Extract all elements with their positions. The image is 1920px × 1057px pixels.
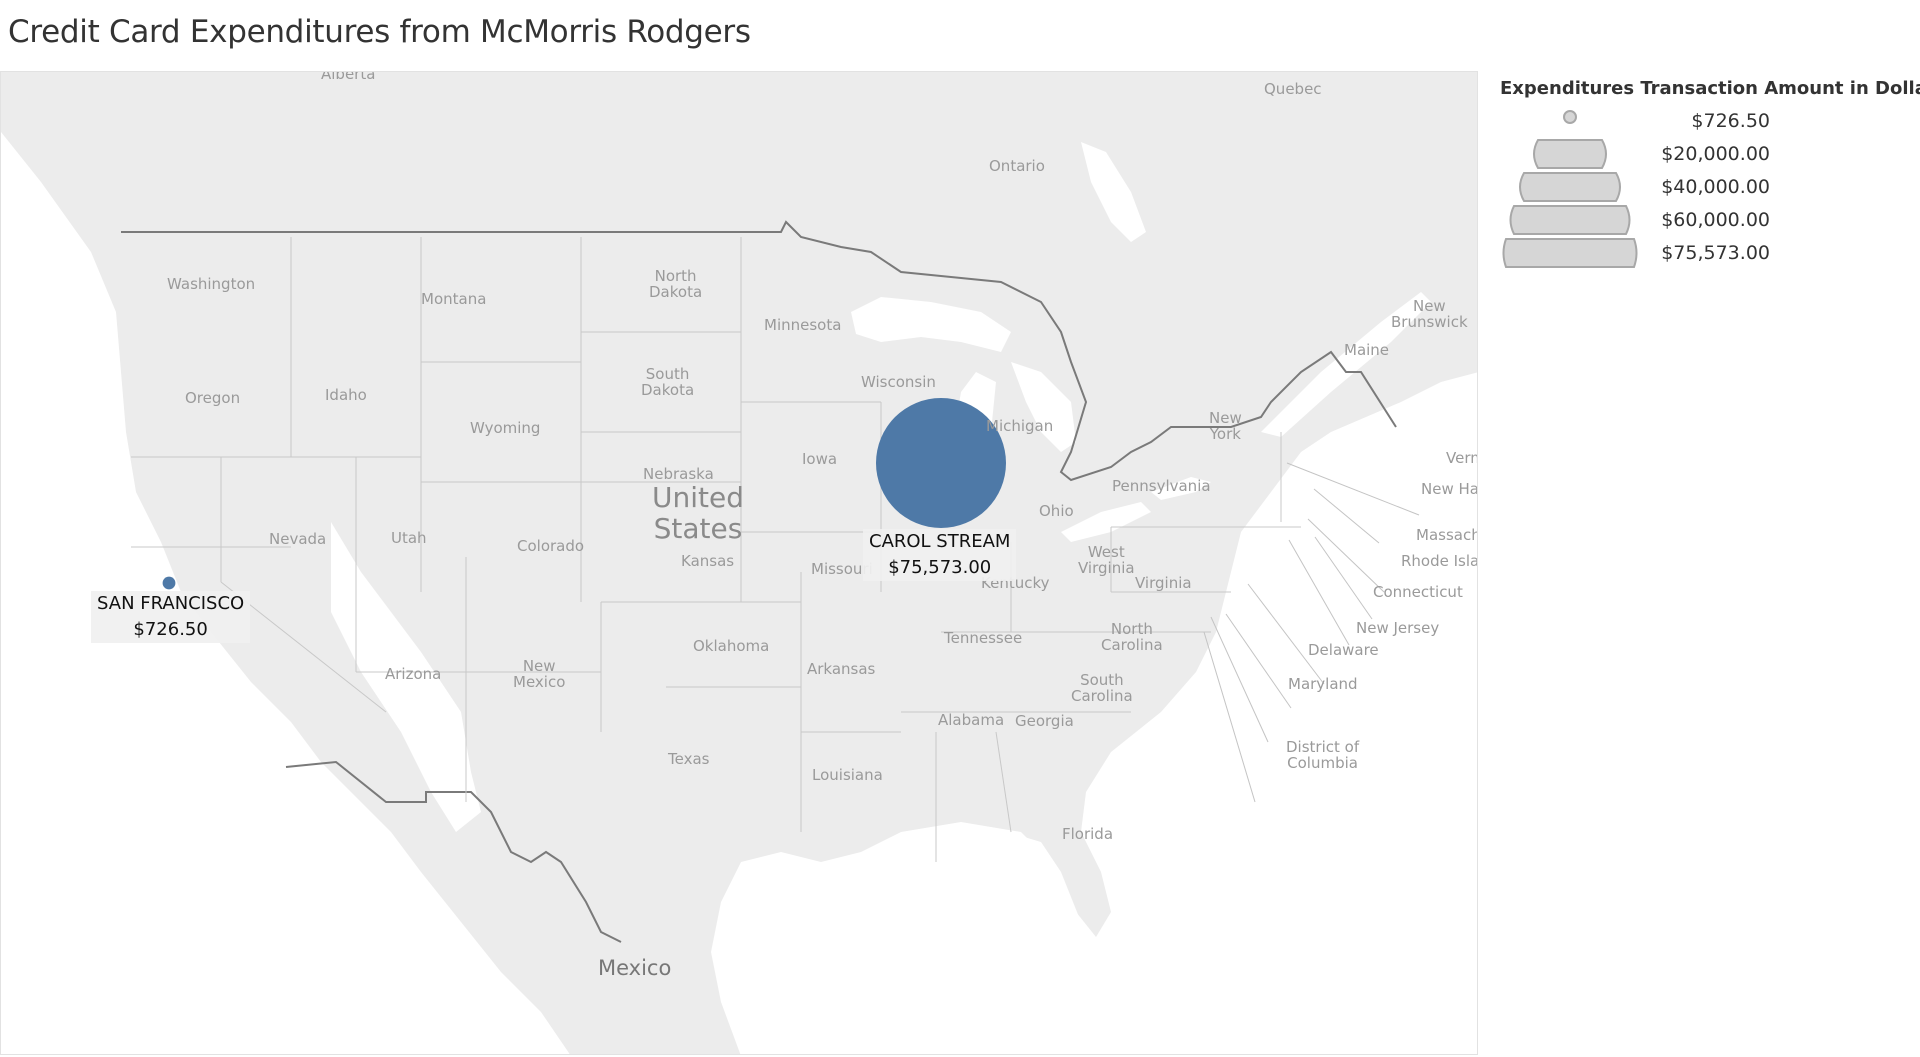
label-new-brunswick: New Brunswick <box>1391 297 1468 331</box>
mark-san-francisco[interactable] <box>162 576 176 590</box>
label-new-hampshire: New Hampshire <box>1421 480 1478 498</box>
label-nebraska: Nebraska <box>643 465 714 483</box>
label-minnesota: Minnesota <box>764 316 842 334</box>
legend-entry: $726.50 <box>1500 105 1920 138</box>
label-georgia: Georgia <box>1015 712 1074 730</box>
label-mexico: Mexico <box>598 956 672 980</box>
map-view[interactable]: Alberta Ontario Quebec New Brunswick Was… <box>0 71 1478 1055</box>
label-alabama: Alabama <box>938 711 1005 729</box>
legend-value: $75,573.00 <box>1661 242 1770 264</box>
label-virginia: Virginia <box>1135 574 1192 592</box>
label-north-dakota: North Dakota <box>649 267 703 301</box>
label-rhode-island: Rhode Island <box>1401 552 1477 570</box>
label-wisconsin: Wisconsin <box>861 373 936 391</box>
mark-label-carol-stream: CAROL STREAM $75,573.00 <box>863 529 1017 581</box>
legend-size-symbol <box>1533 139 1607 169</box>
label-oregon: Oregon <box>185 389 241 407</box>
label-iowa: Iowa <box>802 450 838 468</box>
label-florida: Florida <box>1062 825 1114 843</box>
label-west-virginia: West Virginia <box>1078 543 1135 577</box>
legend-entry: $60,000.00 <box>1500 204 1920 237</box>
label-new-jersey: New Jersey <box>1356 619 1440 637</box>
label-vermont: Vermont <box>1446 449 1477 467</box>
label-district-of-columbia: District of Columbia <box>1286 738 1360 772</box>
label-michigan: Michigan <box>986 417 1054 435</box>
label-alberta: Alberta <box>321 71 376 83</box>
label-maine: Maine <box>1344 341 1390 359</box>
mark-label-city: SAN FRANCISCO <box>97 593 245 614</box>
label-quebec: Quebec <box>1264 80 1322 98</box>
label-massachusetts: Massachusetts <box>1416 526 1477 544</box>
label-connecticut: Connecticut <box>1373 583 1463 601</box>
label-oklahoma: Oklahoma <box>693 637 770 655</box>
label-tennessee: Tennessee <box>944 629 1023 647</box>
mark-label-city: CAROL STREAM <box>869 531 1011 552</box>
label-utah: Utah <box>391 529 427 547</box>
label-arizona: Arizona <box>385 665 442 683</box>
dashboard-title: Credit Card Expenditures from McMorris R… <box>8 14 751 50</box>
label-kansas: Kansas <box>681 552 735 570</box>
label-south-carolina: South Carolina <box>1071 671 1133 705</box>
label-washington: Washington <box>167 275 256 293</box>
label-maryland: Maryland <box>1288 675 1358 693</box>
north-america-land <box>1 72 1477 1054</box>
legend-entry: $40,000.00 <box>1500 171 1920 204</box>
label-ontario: Ontario <box>989 157 1045 175</box>
legend-value: $20,000.00 <box>1661 143 1770 165</box>
label-north-carolina: North Carolina <box>1101 620 1163 654</box>
label-new-mexico: New Mexico <box>513 657 566 691</box>
label-nevada: Nevada <box>269 530 327 548</box>
legend-value: $60,000.00 <box>1661 209 1770 231</box>
label-texas: Texas <box>668 750 710 768</box>
label-idaho: Idaho <box>325 386 367 404</box>
legend-value: $40,000.00 <box>1661 176 1770 198</box>
label-wyoming: Wyoming <box>470 419 541 437</box>
mark-label-amount: $75,573.00 <box>888 557 992 578</box>
mark-label-amount: $726.50 <box>133 619 208 640</box>
legend-size-symbol <box>1563 110 1577 124</box>
legend-size-symbol <box>1502 238 1638 268</box>
label-united-states: United States <box>652 481 744 545</box>
label-louisiana: Louisiana <box>812 766 883 784</box>
legend-entry: $20,000.00 <box>1500 138 1920 171</box>
legend-title: Expenditures Transaction Amount in Dolla… <box>1500 78 1920 99</box>
label-pennsylvania: Pennsylvania <box>1112 477 1211 495</box>
label-arkansas: Arkansas <box>807 660 876 678</box>
legend-size-symbol <box>1509 205 1631 235</box>
basemap <box>1 72 1477 1054</box>
mark-label-san-francisco: SAN FRANCISCO $726.50 <box>91 591 251 643</box>
label-new-york: New York <box>1209 409 1242 443</box>
legend-value: $726.50 <box>1691 110 1770 132</box>
label-colorado: Colorado <box>517 537 585 555</box>
legend-size-symbol <box>1519 172 1621 202</box>
label-montana: Montana <box>421 290 487 308</box>
label-delaware: Delaware <box>1308 641 1379 659</box>
legend-entry: $75,573.00 <box>1500 237 1920 270</box>
label-south-dakota: South Dakota <box>641 365 695 399</box>
label-ohio: Ohio <box>1039 502 1074 520</box>
size-legend: Expenditures Transaction Amount in Dolla… <box>1500 78 1920 270</box>
